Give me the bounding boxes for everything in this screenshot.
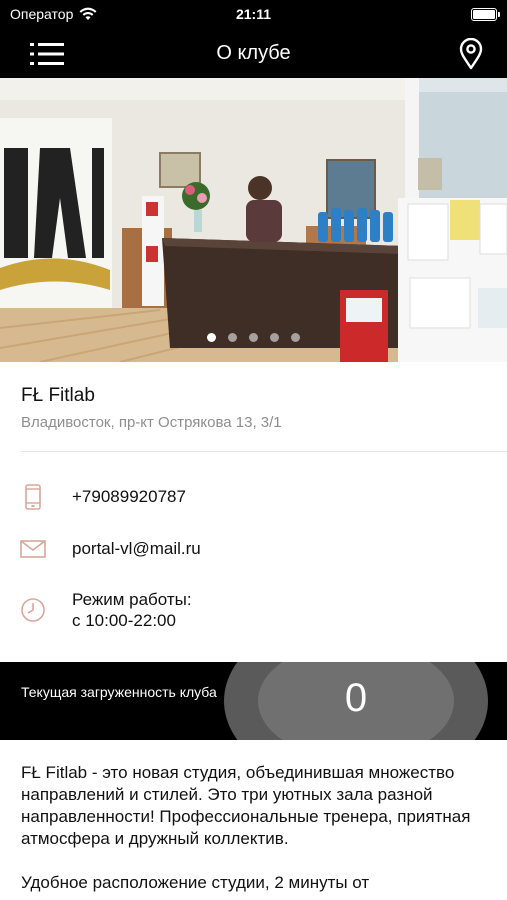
mail-icon xyxy=(20,540,46,558)
status-time: 21:11 xyxy=(235,6,272,22)
status-bar: Оператор 21:11 xyxy=(0,0,507,30)
battery-icon xyxy=(471,8,500,21)
club-name: FŁ Fitlab xyxy=(21,385,95,406)
clock-icon xyxy=(21,598,45,622)
gallery-dot-5[interactable] xyxy=(291,333,300,342)
gallery-dot-1[interactable] xyxy=(207,333,216,342)
phone-row[interactable]: +79089920787 xyxy=(0,477,507,517)
working-hours: Режим работы: с 10:00-22:00 xyxy=(72,589,192,631)
hours-value: с 10:00-22:00 xyxy=(72,611,176,630)
gallery-dot-2[interactable] xyxy=(228,333,237,342)
club-load-panel: Текущая загруженность клуба 0 xyxy=(0,662,507,740)
reception-photo xyxy=(0,78,507,362)
gallery-dot-3[interactable] xyxy=(249,333,258,342)
email-row[interactable]: portal-vl@mail.ru xyxy=(0,529,507,569)
club-description: FŁ Fitlab - это новая студия, объединивш… xyxy=(21,762,491,900)
hours-row: Режим работы: с 10:00-22:00 xyxy=(0,588,507,632)
page-title: О клубе xyxy=(216,42,291,64)
club-address: Владивосток, пр-кт Острякова 13, 3/1 xyxy=(21,414,282,431)
club-photo-gallery[interactable] xyxy=(0,78,507,362)
gallery-pagination xyxy=(0,333,507,342)
hours-label: Режим работы: xyxy=(72,590,192,609)
gallery-dot-4[interactable] xyxy=(270,333,279,342)
phone-number[interactable]: +79089920787 xyxy=(72,487,186,507)
email-address[interactable]: portal-vl@mail.ru xyxy=(72,539,201,559)
club-load-label: Текущая загруженность клуба xyxy=(21,684,217,700)
map-pin-icon xyxy=(459,37,483,70)
club-load-value: 0 xyxy=(344,676,368,720)
description-paragraph: FŁ Fitlab - это новая студия, объединивш… xyxy=(21,763,471,848)
divider xyxy=(21,451,507,452)
nav-bar: О клубе xyxy=(0,30,507,78)
description-paragraph: Удобное расположение студии, 2 минуты от xyxy=(21,873,370,892)
phone-icon xyxy=(25,484,41,510)
map-button[interactable] xyxy=(457,37,485,70)
